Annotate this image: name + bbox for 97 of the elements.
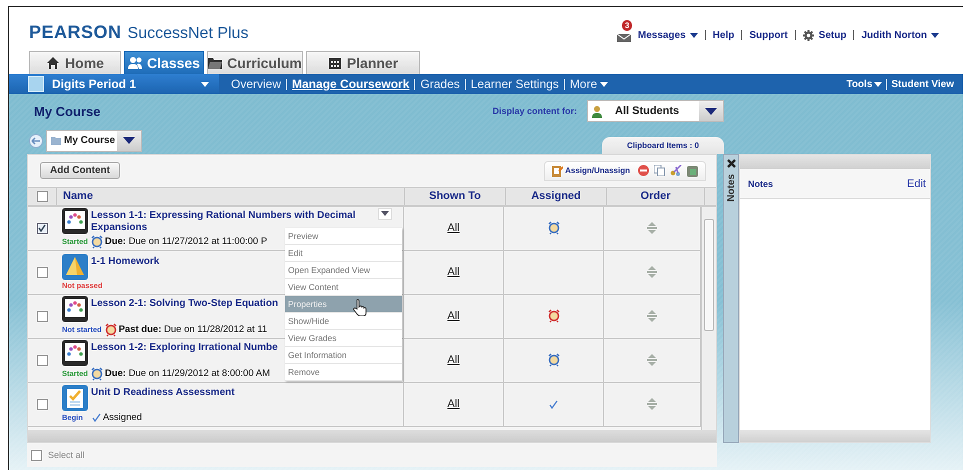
row-checkbox[interactable] [36,266,48,278]
class-selector[interactable]: Digits Period 1 [9,74,219,94]
shown-to-link[interactable]: All [447,398,460,410]
header-link[interactable]: Support [749,30,788,40]
lesson-screen-icon [62,208,88,234]
house-icon [46,56,60,70]
back-icon[interactable] [29,134,43,148]
lesson-screen-icon [62,296,88,322]
folder-icon [51,136,61,144]
due-date-text: Past due: Due on 11/28/2012 at 11 [118,324,268,336]
student-view-link[interactable]: Student View [891,78,954,90]
brand-logo: PEARSON [29,22,122,43]
nav-tab[interactable]: Planner [306,51,420,74]
nav-tab[interactable]: Home [29,51,121,74]
shown-to-link[interactable]: All [447,354,460,366]
assigned-text: Assigned [102,412,142,424]
notes-title: Notes [748,178,774,188]
nav-link[interactable]: More [570,77,598,91]
folder-icon [208,56,222,70]
nav-tab[interactable]: Classes [124,51,204,74]
nav-link[interactable]: Grades [420,77,460,91]
clipboard-tab[interactable]: Clipboard Items : 0 [602,136,724,154]
move-handle-icon[interactable] [647,398,657,410]
people-icon [592,104,605,118]
move-handle-icon[interactable] [647,266,657,278]
add-content-button[interactable]: Add Content [40,162,120,180]
select-all-label: Select all [48,450,85,460]
close-icon[interactable] [726,159,736,168]
product-name: SuccessNet Plus [128,25,248,43]
select-all-checkbox[interactable] [31,450,42,460]
remove-icon[interactable] [638,165,649,176]
caret-icon[interactable] [874,82,882,86]
caret-icon[interactable] [600,82,608,86]
caret-icon [381,211,389,216]
caret-icon[interactable] [201,82,209,86]
item-title-link[interactable]: Unit D Readiness Assessment [91,385,363,400]
column-header: Assigned [531,190,581,202]
lesson-screen-icon [62,340,88,366]
nav-link[interactable]: Manage Coursework [292,77,410,91]
settings-icon [802,30,814,40]
notes-side-tab[interactable]: Notes [723,154,739,443]
checkmark-icon [38,224,46,232]
header-link[interactable]: Help [712,30,734,40]
student-dropdown[interactable]: All Students [587,100,724,122]
menu-item[interactable]: Edit [285,245,402,262]
item-menu-button[interactable] [378,208,392,220]
shown-to-link[interactable]: All [447,310,460,322]
due-date-text: Due: Due on 11/27/2012 at 11:00:00 P [104,236,268,248]
select-all-checkbox[interactable] [36,190,48,202]
column-header: Order [640,190,670,202]
column-header: Shown To [429,190,481,202]
header-link[interactable]: Judith Norton [861,30,927,40]
clipboard-icon [551,164,564,177]
caret-icon[interactable] [705,108,717,114]
edit-link[interactable]: Edit [907,178,926,190]
move-handle-icon[interactable] [647,354,657,366]
folder-dropdown[interactable]: My Course [46,130,142,152]
move-handle-icon[interactable] [647,222,657,234]
menu-item[interactable]: Preview [285,228,402,245]
nav-link[interactable]: Overview [231,77,282,91]
column-header: Name [63,190,93,202]
nav-tab[interactable]: Curriculum [207,51,303,74]
shown-to-link[interactable]: All [447,266,460,278]
menu-item[interactable]: Open Expanded View [285,262,402,279]
clipboard-check-icon [62,385,88,412]
hand-pointer-icon [353,299,367,316]
menu-item[interactable]: View Grades [285,330,402,347]
menu-item[interactable]: Get Information [285,347,402,364]
message-count-badge: 3 [622,20,632,31]
copy-icon[interactable] [654,165,665,176]
row-checkbox[interactable] [36,398,48,410]
mail-icon [616,31,631,42]
scrollbar[interactable] [701,206,716,430]
assign-unassign-button[interactable]: Assign/Unassign [551,164,630,177]
caret-icon[interactable] [123,137,135,144]
row-checkbox[interactable] [36,222,48,234]
header-link[interactable]: Messages [638,30,686,40]
menu-item[interactable]: Show/Hide [285,313,402,330]
header-link[interactable]: Setup [818,30,846,40]
people-icon [128,56,142,70]
paste-icon[interactable] [687,164,699,177]
move-handle-icon[interactable] [647,310,657,322]
row-checkbox[interactable] [36,354,48,366]
display-label: Display content for: [492,106,577,116]
caret-icon[interactable] [931,32,939,38]
menu-item[interactable]: Remove [285,364,402,381]
class-color-swatch [28,76,44,92]
calendar-icon [328,56,342,70]
scissors-icon[interactable] [670,165,682,176]
due-date-text: Due: Due on 11/29/2012 at 8:00:00 AM [104,368,270,380]
tools-menu[interactable]: Tools [846,78,872,90]
row-checkbox[interactable] [36,310,48,322]
shown-to-link[interactable]: All [447,222,460,234]
caret-icon[interactable] [690,32,698,38]
course-title: My Course [33,104,100,118]
pyramid-icon [62,254,88,280]
nav-link[interactable]: Learner Settings [470,77,559,91]
